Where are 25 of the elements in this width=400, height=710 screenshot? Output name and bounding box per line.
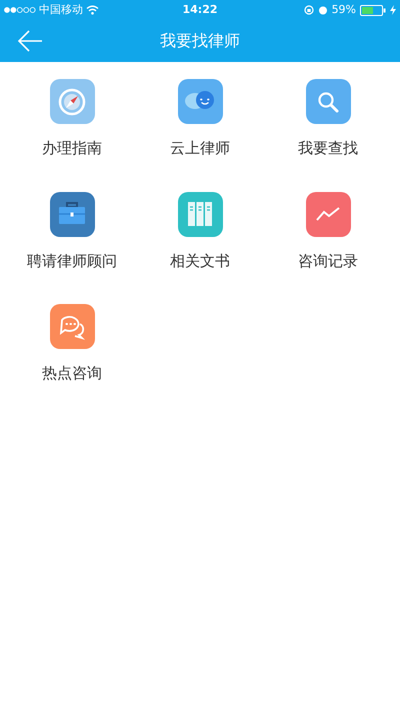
battery-icon <box>360 4 386 16</box>
back-arrow-icon <box>17 30 43 52</box>
page-title: 我要找律师 <box>160 30 240 52</box>
compass-icon <box>57 86 87 116</box>
clock-text: 14:22 <box>182 2 218 18</box>
chat-bubbles-icon <box>58 314 86 340</box>
menu-tile[interactable]: 我要查找 <box>264 79 392 160</box>
menu-tile[interactable]: 相关文书 <box>136 192 264 272</box>
search-icon <box>316 90 340 114</box>
menu-tile[interactable]: 聘请律师顾问 <box>8 192 136 272</box>
back-button[interactable] <box>16 28 44 54</box>
wifi-icon <box>86 5 99 15</box>
binders-icon <box>186 200 214 228</box>
charging-icon <box>390 5 396 15</box>
menu-tile[interactable]: 咨询记录 <box>264 192 392 272</box>
carrier-text: 中国移动 <box>39 2 83 18</box>
menu-tile[interactable]: 办理指南 <box>8 79 136 160</box>
signal-icon <box>4 7 36 13</box>
alarm-icon <box>318 5 328 15</box>
menu-tile[interactable]: 热点咨询 <box>8 304 136 384</box>
battery-percent: 59% <box>332 2 356 18</box>
rotation-lock-icon <box>304 5 314 15</box>
menu-tile[interactable]: 云上律师 <box>136 79 264 160</box>
line-chart-icon <box>315 206 341 222</box>
briefcase-icon <box>57 202 87 226</box>
